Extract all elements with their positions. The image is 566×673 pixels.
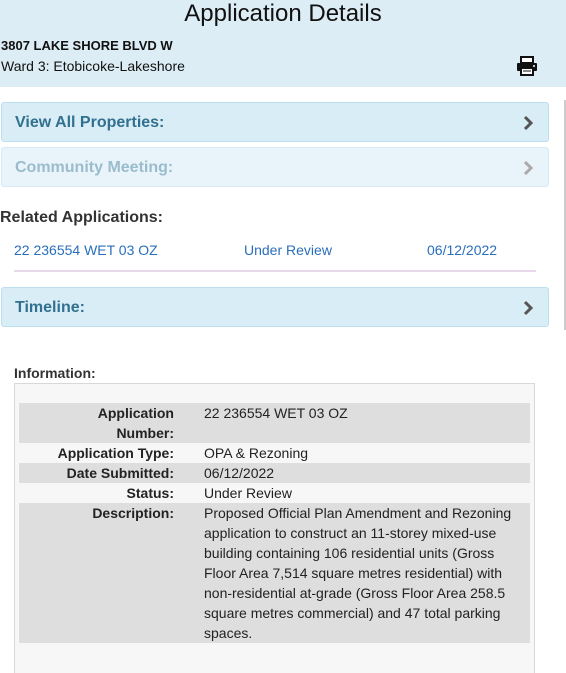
info-label: Application Type: — [57, 445, 174, 461]
information-table: Application Number: 22 236554 WET 03 OZ … — [19, 403, 530, 643]
property-address: 3807 LAKE SHORE BLVD W — [1, 38, 173, 53]
info-value: OPA & Rezoning — [204, 445, 309, 461]
related-applications-title: Related Applications: — [0, 209, 163, 226]
info-row-application-type: Application Type: OPA & Rezoning — [19, 443, 530, 463]
related-application-date-link[interactable]: 06/12/2022 — [427, 242, 497, 258]
info-row-date-submitted: Date Submitted: 06/12/2022 — [19, 463, 530, 483]
info-value: 22 236554 WET 03 OZ — [204, 405, 348, 421]
information-title: Information: — [14, 365, 96, 381]
chevron-right-icon — [523, 160, 534, 176]
info-row-status: Status: Under Review — [19, 483, 530, 503]
community-meeting-label: Community Meeting: — [15, 159, 174, 176]
page-title: Application Details — [184, 0, 382, 27]
timeline-panel[interactable]: Timeline: — [1, 287, 549, 327]
info-value: 06/12/2022 — [204, 465, 275, 481]
printer-icon[interactable] — [516, 56, 538, 76]
info-value: Proposed Official Plan Amendment and Rez… — [204, 505, 512, 641]
timeline-label: Timeline: — [15, 299, 85, 316]
info-row-application-number: Application Number: 22 236554 WET 03 OZ — [19, 403, 530, 443]
view-all-properties-label: View All Properties: — [15, 114, 165, 131]
page-header: Application Details 3807 LAKE SHORE BLVD… — [0, 0, 566, 87]
info-row-description: Description: Proposed Official Plan Amen… — [19, 503, 530, 643]
ward-label: Ward 3: Etobicoke-Lakeshore — [1, 58, 185, 74]
related-application-number-link[interactable]: 22 236554 WET 03 OZ — [14, 242, 158, 258]
info-label: Date Submitted: — [66, 465, 174, 481]
info-label: Status: — [126, 485, 174, 501]
chevron-right-icon — [523, 115, 534, 131]
chevron-right-icon — [523, 300, 534, 316]
related-application-row: 22 236554 WET 03 OZ Under Review 06/12/2… — [14, 242, 536, 272]
info-label: Description: — [92, 505, 174, 521]
view-all-properties-panel[interactable]: View All Properties: — [1, 102, 549, 142]
related-application-status-link[interactable]: Under Review — [244, 242, 332, 258]
info-label: Application Number: — [97, 405, 174, 441]
community-meeting-panel: Community Meeting: — [1, 147, 549, 187]
info-value: Under Review — [204, 485, 292, 501]
